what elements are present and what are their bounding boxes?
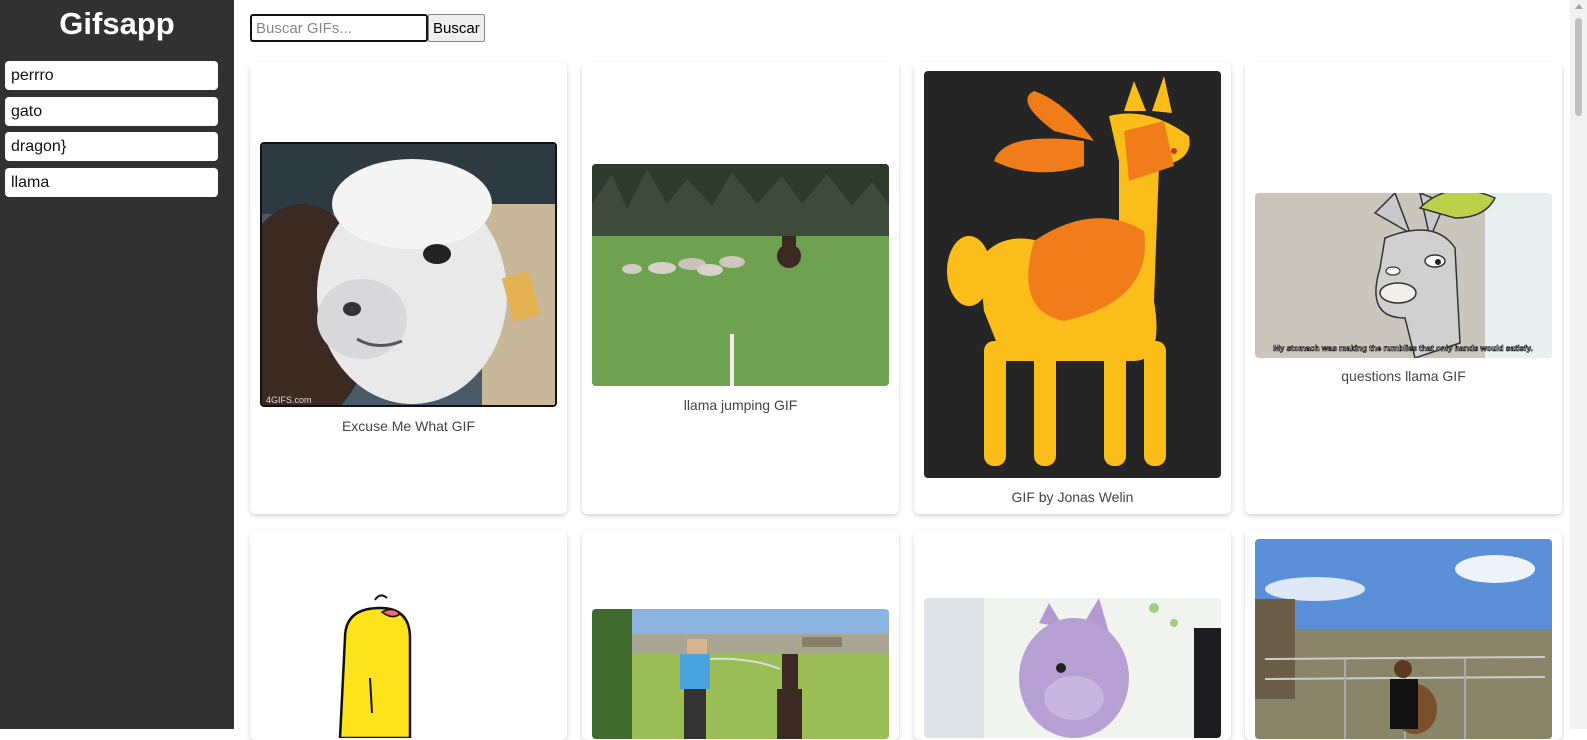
alpaca-gif-image: 4GIFS.com: [262, 144, 555, 405]
gif-card[interactable]: [250, 530, 567, 740]
gif-card[interactable]: llama jumping GIF: [582, 62, 899, 514]
gif-card[interactable]: My stomach was making the rumblies that …: [1245, 62, 1562, 514]
search-bar: Buscar: [250, 14, 485, 42]
gif-caption: llama jumping GIF: [683, 397, 798, 413]
scroll-up-arrow-icon[interactable]: [1575, 4, 1583, 9]
watermark: 4GIFS.com: [266, 395, 312, 405]
gif-image[interactable]: 4GIFS.com: [260, 142, 557, 407]
sidebar: Gifsapp perrro gato dragon} llama: [0, 0, 234, 729]
main-content: Buscar 4GIFS.com Excuse Me What GIF: [234, 0, 1587, 740]
gif-card[interactable]: GIF by Jonas Welin: [914, 62, 1231, 514]
gif-image[interactable]: [924, 598, 1221, 738]
gif-image[interactable]: My stomach was making the rumblies that …: [1255, 193, 1552, 358]
gif-subtitle: My stomach was making the rumblies that …: [1273, 344, 1532, 353]
purple-llama-gif-image: [924, 598, 1221, 738]
gif-image[interactable]: [592, 164, 889, 386]
search-button[interactable]: Buscar: [428, 14, 485, 42]
gif-caption: questions llama GIF: [1341, 368, 1466, 384]
app-title: Gifsapp: [59, 6, 175, 41]
gif-image[interactable]: [924, 71, 1221, 478]
llama-farm-gif-image: [1255, 539, 1552, 739]
llama-field-gif-image: [592, 164, 889, 386]
gif-image[interactable]: [1255, 539, 1552, 739]
gif-card[interactable]: 4GIFS.com Excuse Me What GIF: [250, 62, 567, 514]
gif-card[interactable]: [582, 530, 899, 740]
search-input[interactable]: [250, 14, 428, 42]
llama-walk-gif-image: [592, 609, 889, 739]
gif-image[interactable]: [592, 609, 889, 739]
gif-caption: Excuse Me What GIF: [341, 418, 476, 434]
history-item-llama[interactable]: llama: [5, 167, 218, 197]
cartoon-llama-gif-image: [924, 71, 1221, 478]
vertical-scrollbar[interactable]: [1570, 0, 1587, 729]
gif-image[interactable]: [260, 588, 557, 738]
gif-card[interactable]: [914, 530, 1231, 740]
yellow-bird-gif-image: [260, 588, 557, 738]
history-item-perrro[interactable]: perrro: [5, 61, 218, 90]
history-item-dragon[interactable]: dragon}: [5, 132, 218, 161]
history-item-gato[interactable]: gato: [5, 96, 218, 126]
search-history: perrro gato dragon} llama: [5, 61, 218, 203]
scroll-thumb[interactable]: [1575, 18, 1582, 116]
gif-card[interactable]: [1245, 530, 1562, 740]
questions-llama-gif-image: My stomach was making the rumblies that …: [1255, 193, 1552, 358]
gif-caption: GIF by Jonas Welin: [1011, 489, 1134, 505]
